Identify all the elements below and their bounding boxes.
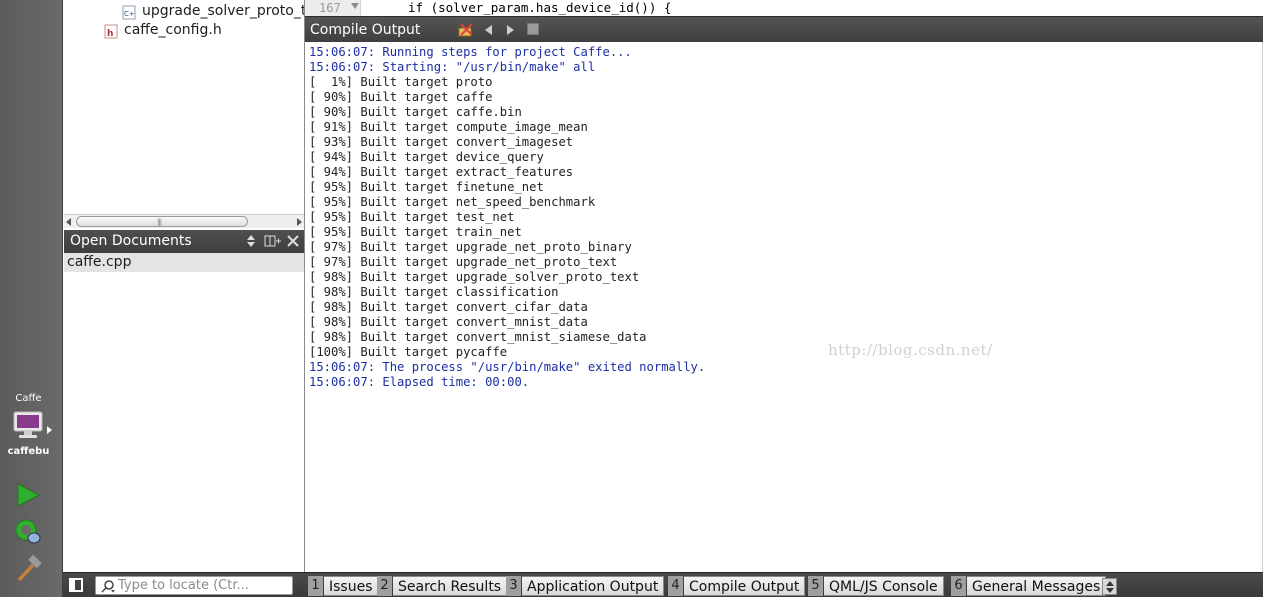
output-line: [ 98%] Built target convert_cifar_data (309, 300, 588, 314)
tab-label: QML/JS Console (824, 576, 944, 596)
output-line: 15:06:07: The process "/usr/bin/make" ex… (309, 360, 706, 374)
code-line: if (solver_param.has_device_id()) { (408, 0, 672, 15)
compile-output-title: Compile Output (310, 22, 421, 38)
output-line: [ 93%] Built target convert_imageset (309, 135, 574, 149)
tab-label: Issues (324, 576, 379, 596)
tab-label: Search Results (393, 576, 508, 596)
run-icon[interactable] (12, 480, 44, 510)
output-lines: 15:06:07: Running steps for project Caff… (309, 45, 705, 390)
output-line: [ 90%] Built target caffe (309, 90, 493, 104)
output-line: 15:06:07: Elapsed time: 00:00. (309, 375, 530, 389)
clear-output-icon[interactable] (458, 22, 474, 37)
output-line: [ 90%] Built target caffe.bin (309, 105, 522, 119)
line-number-gutter: 167 (305, 0, 361, 16)
output-line: [ 94%] Built target extract_features (309, 165, 574, 179)
compile-output-header: Compile Output (305, 16, 1263, 42)
tab-number: 1 (308, 576, 323, 596)
open-documents-header: Open Documents (64, 230, 304, 253)
split-pane-icon[interactable] (264, 233, 282, 249)
tree-horizontal-scrollbar[interactable]: ||| (64, 214, 304, 228)
output-line: [ 94%] Built target device_query (309, 150, 544, 164)
output-line: [ 95%] Built target train_net (309, 225, 522, 239)
code-editor[interactable]: 167 if (solver_param.has_device_id()) { (305, 0, 1263, 16)
next-item-icon[interactable] (504, 24, 516, 36)
tab-search-results[interactable]: 2 Search Results (377, 576, 508, 596)
output-line: [100%] Built target pycaffe (309, 345, 508, 359)
scroll-left-icon[interactable] (66, 218, 71, 226)
qt-creator-window: Caffe caffebu C+ upgrade_solver_proto_t … (0, 0, 1263, 597)
tab-number: 2 (377, 576, 392, 596)
output-line: [ 95%] Built target finetune_net (309, 180, 544, 194)
debug-run-icon[interactable] (12, 516, 44, 546)
project-tree: C+ upgrade_solver_proto_text.cpp h caffe… (64, 0, 304, 229)
locator-box[interactable] (95, 576, 293, 595)
kit-project-label[interactable]: Caffe (0, 393, 57, 404)
previous-item-icon[interactable] (483, 24, 495, 36)
header-file-icon: h (104, 24, 118, 39)
search-icon (101, 580, 115, 593)
output-line: [ 98%] Built target upgrade_solver_proto… (309, 270, 640, 284)
open-documents-title: Open Documents (70, 233, 192, 249)
output-line: [ 95%] Built target test_net (309, 210, 515, 224)
svg-text:C+: C+ (124, 10, 135, 18)
svg-text:h: h (107, 29, 113, 39)
tab-label: General Messages (967, 576, 1107, 596)
output-line: [ 95%] Built target net_speed_benchmark (309, 195, 596, 209)
tab-label: Application Output (522, 576, 665, 596)
build-hammer-icon[interactable] (12, 554, 44, 584)
open-document-item[interactable]: caffe.cpp (64, 253, 304, 272)
kit-expand-icon[interactable] (47, 426, 52, 434)
output-line: [ 1%] Built target proto (309, 75, 493, 89)
close-icon[interactable] (286, 233, 300, 249)
monitor-icon[interactable] (12, 410, 44, 440)
sort-updown-icon[interactable] (246, 233, 256, 249)
grip-icon: ||| (157, 218, 162, 226)
more-tabs-icon[interactable] (1102, 578, 1117, 595)
kit-build-label[interactable]: caffebu (0, 446, 57, 457)
tab-number: 3 (506, 576, 521, 596)
output-line: 15:06:07: Running steps for project Caff… (309, 45, 632, 59)
tab-general-messages[interactable]: 6 General Messages (951, 576, 1107, 596)
locator-input[interactable] (118, 577, 290, 594)
tab-label: Compile Output (684, 576, 806, 596)
cpp-file-icon: C+ (122, 5, 136, 20)
tab-number: 5 (808, 576, 823, 596)
fold-marker-icon[interactable] (351, 3, 359, 9)
output-line: [ 91%] Built target compute_image_mean (309, 120, 588, 134)
cpp-file-icon (122, 0, 136, 3)
output-line: [ 98%] Built target classification (309, 285, 559, 299)
scroll-right-icon[interactable] (297, 218, 302, 226)
bottom-status-bar: 1 Issues 2 Search Results 3 Application … (63, 572, 1263, 597)
tab-number: 4 (668, 576, 683, 596)
toggle-sidebar-icon[interactable] (69, 578, 83, 592)
compile-output-text[interactable]: 15:06:07: Running steps for project Caff… (305, 42, 1263, 572)
output-line: 15:06:07: Starting: "/usr/bin/make" all (309, 60, 596, 74)
scrollbar-thumb[interactable]: ||| (76, 216, 248, 227)
output-line: [ 98%] Built target convert_mnist_data (309, 315, 588, 329)
output-line: [ 97%] Built target upgrade_net_proto_te… (309, 255, 618, 269)
line-number: 167 (319, 1, 341, 15)
output-line: [ 97%] Built target upgrade_net_proto_bi… (309, 240, 632, 254)
tab-application-output[interactable]: 3 Application Output (506, 576, 665, 596)
tab-compile-output[interactable]: 4 Compile Output (668, 576, 806, 596)
stop-icon[interactable] (527, 23, 539, 35)
tree-item-label: upgrade_solver_proto_text.cpp (142, 3, 304, 19)
tree-item-label: caffe_config.h (124, 22, 222, 38)
tab-number: 6 (951, 576, 966, 596)
tab-qml-js-console[interactable]: 5 QML/JS Console (808, 576, 944, 596)
mode-sidebar: Caffe caffebu (0, 0, 63, 597)
output-line: [ 98%] Built target convert_mnist_siames… (309, 330, 647, 344)
watermark-text: http://blog.csdn.net/ (828, 341, 993, 359)
tab-issues[interactable]: 1 Issues (308, 576, 379, 596)
open-documents-list: caffe.cpp (64, 253, 304, 571)
